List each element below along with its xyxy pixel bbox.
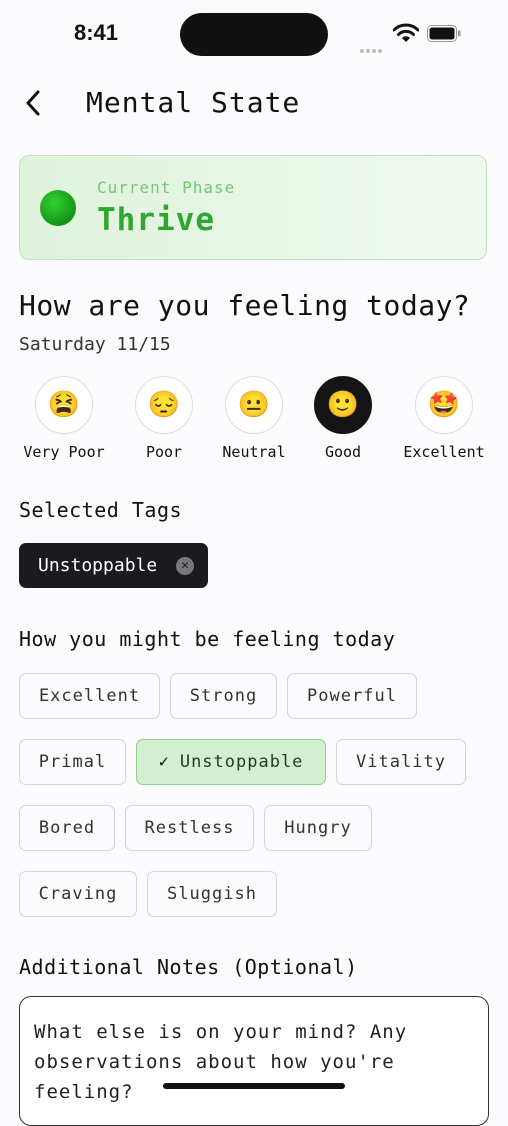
chevron-left-icon[interactable]	[20, 88, 46, 118]
chip-label: Bored	[38, 818, 96, 838]
notes-title: Additional Notes (Optional)	[19, 955, 358, 979]
star-struck-emoji-icon: 🤩	[415, 376, 473, 434]
feeling-question: How are you feeling today?	[19, 289, 471, 322]
mood-label: Very Poor	[23, 443, 105, 461]
tired-face-emoji-icon: 😫	[35, 376, 93, 434]
feeling-chip-primal[interactable]: Primal	[19, 739, 126, 785]
mood-label: Excellent	[403, 443, 485, 461]
chip-label: Excellent	[38, 686, 141, 706]
feeling-chip-craving[interactable]: Craving	[19, 871, 137, 917]
chip-label: Powerful	[307, 686, 397, 706]
phase-label: Current Phase	[97, 178, 236, 197]
current-phase-card: Current Phase Thrive	[19, 155, 487, 260]
date-label: Saturday 11/15	[19, 334, 171, 355]
mood-option-good[interactable]: 🙂 Good	[293, 376, 393, 461]
feeling-chip-hungry[interactable]: Hungry	[264, 805, 372, 851]
chip-label: Restless	[144, 818, 235, 838]
chip-label: Primal	[38, 752, 107, 772]
selected-tag: Unstoppable ✕	[19, 543, 208, 588]
chip-label: Unstoppable	[179, 752, 304, 772]
phase-status-dot-icon	[40, 190, 76, 226]
feelings-section-title: How you might be feeling today	[19, 627, 396, 651]
mood-option-neutral[interactable]: 😐 Neutral	[204, 376, 304, 461]
feeling-chip-restless[interactable]: Restless	[125, 805, 254, 851]
status-bar: 8:41	[0, 0, 508, 70]
nav-bar: Mental State	[0, 70, 508, 136]
chip-label: Vitality	[356, 752, 446, 772]
chip-label: Strong	[189, 686, 258, 706]
feeling-chip-sluggish[interactable]: Sluggish	[147, 871, 277, 917]
feeling-chip-strong[interactable]: Strong	[170, 673, 277, 719]
dynamic-island	[180, 13, 328, 56]
chip-label: Hungry	[284, 818, 352, 838]
feeling-chip-bored[interactable]: Bored	[19, 805, 115, 851]
notes-textarea[interactable]: What else is on your mind? Any observati…	[19, 996, 489, 1126]
mood-label: Poor	[145, 443, 183, 461]
mood-label: Neutral	[222, 443, 286, 461]
chip-label: Sluggish	[167, 884, 257, 904]
phase-value: Thrive	[97, 202, 215, 238]
feeling-chip-unstoppable[interactable]: ✓ Unstoppable	[136, 739, 326, 785]
notes-placeholder: What else is on your mind? Any observati…	[34, 1021, 408, 1103]
feeling-chip-vitality[interactable]: Vitality	[336, 739, 466, 785]
selected-tag-label: Unstoppable	[38, 555, 158, 576]
status-time: 8:41	[74, 20, 119, 45]
feeling-chip-excellent[interactable]: Excellent	[19, 673, 160, 719]
pensive-face-emoji-icon: 😔	[135, 376, 193, 434]
mood-label: Good	[324, 443, 362, 461]
mood-option-very-poor[interactable]: 😫 Very Poor	[14, 376, 114, 461]
slightly-smiling-face-emoji-icon: 🙂	[314, 376, 372, 434]
mood-selector: 😫 Very Poor 😔 Poor 😐 Neutral 🙂 Good 🤩 Ex…	[0, 376, 508, 471]
home-indicator	[163, 1083, 345, 1089]
remove-tag-icon[interactable]: ✕	[176, 557, 194, 575]
neutral-face-emoji-icon: 😐	[225, 376, 283, 434]
cellular-signal-icon	[360, 38, 384, 57]
wifi-icon	[393, 23, 419, 42]
chip-label: Craving	[38, 884, 118, 904]
mood-option-poor[interactable]: 😔 Poor	[114, 376, 214, 461]
selected-tags-title: Selected Tags	[19, 498, 183, 522]
page-title: Mental State	[86, 86, 301, 119]
mood-option-excellent[interactable]: 🤩 Excellent	[394, 376, 494, 461]
feeling-chip-powerful[interactable]: Powerful	[287, 673, 417, 719]
battery-icon	[427, 25, 461, 42]
checkmark-icon: ✓	[158, 752, 170, 772]
